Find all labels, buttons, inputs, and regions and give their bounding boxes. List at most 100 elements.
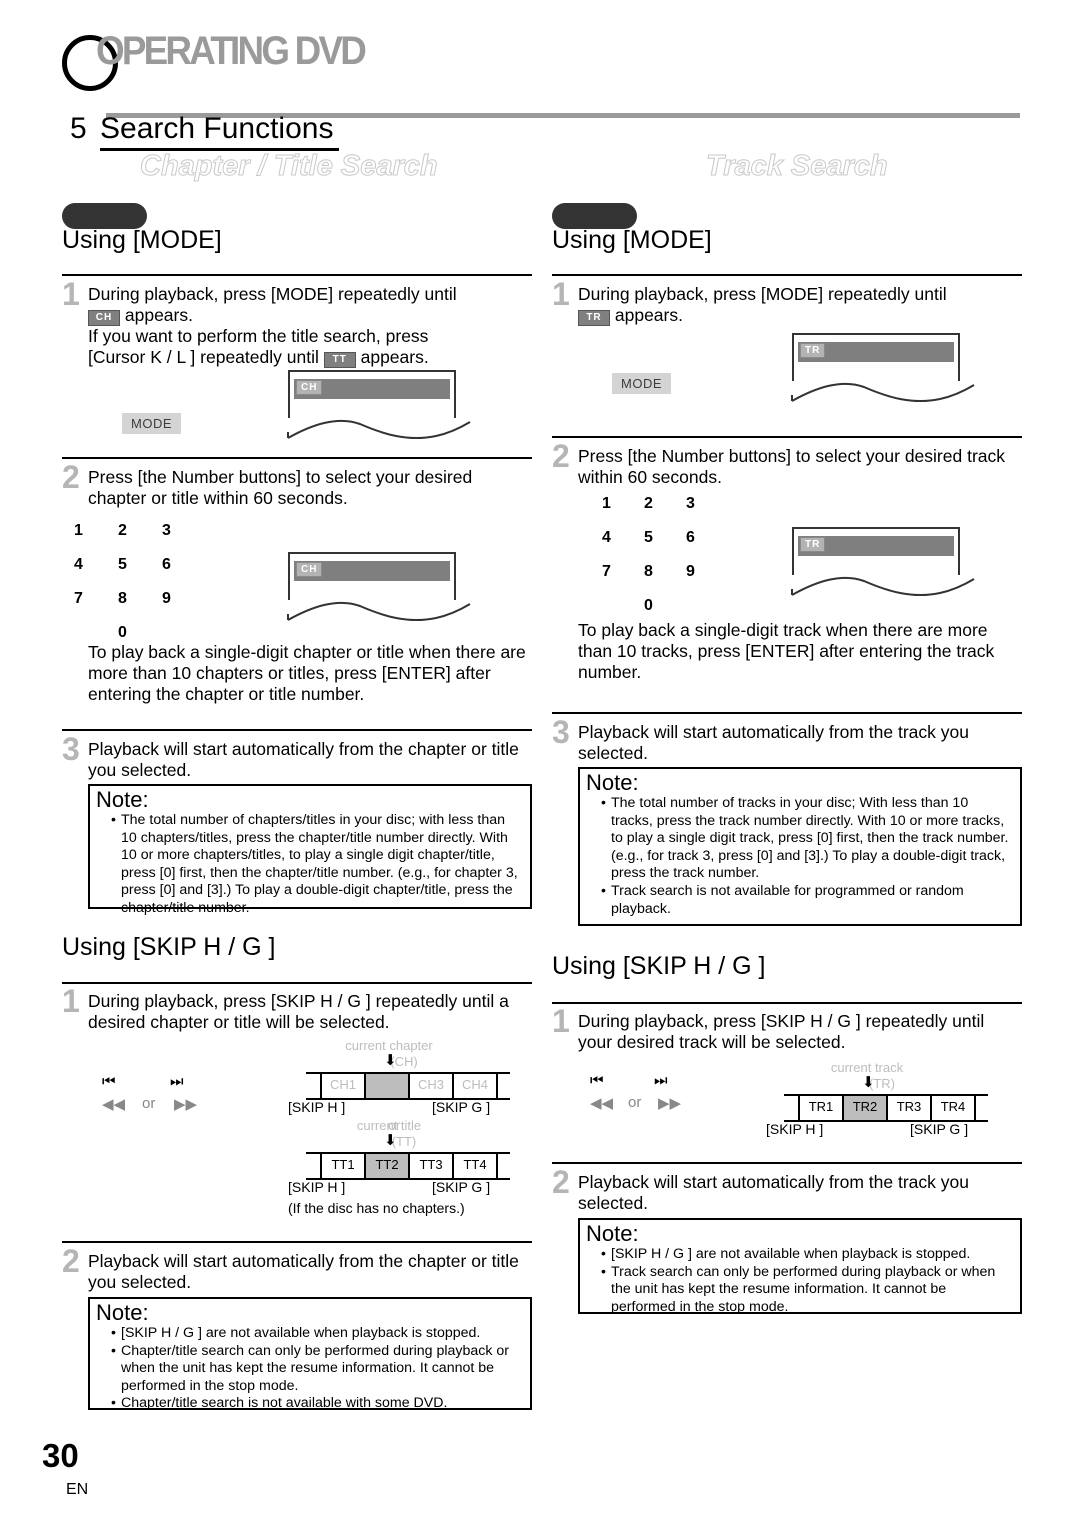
right-rule-2 (552, 436, 1022, 438)
strip-caption-sub: (TT) (391, 1134, 417, 1149)
key-0: 0 (644, 597, 653, 614)
strip-cell: TT1 (320, 1154, 364, 1178)
left-rule-3 (62, 729, 532, 731)
left-mode-paragraph: To play back a single-digit chapter or t… (88, 642, 526, 704)
key-7: 7 (602, 563, 611, 580)
step-line-1: During playback, press [MODE] repeatedly… (578, 284, 947, 304)
strip-cell: TR1 (798, 1096, 842, 1120)
left-rule-1 (62, 274, 532, 276)
strip-skip-next-label: [SKIP G ] (432, 1179, 491, 1195)
step-number: 1 (552, 1003, 570, 1039)
panel-bar: CH (294, 561, 450, 581)
panel-bar: CH (294, 379, 450, 399)
note-title: Note: (586, 770, 639, 795)
page-language: EN (66, 1481, 89, 1498)
panel-torn-edge (791, 576, 975, 597)
note-list: The total number of tracks in your disc;… (580, 795, 1020, 923)
section-title: Search Functions (100, 112, 340, 151)
tr-badge-icon: TR (578, 310, 610, 326)
key-1: 1 (74, 522, 83, 539)
right-display-panel-2: TR (791, 527, 975, 599)
note-title: Note: (96, 787, 149, 812)
rewind-icon: ◀◀ (102, 1096, 126, 1113)
step-text: During playback, press [MODE] repeatedly… (88, 284, 532, 368)
key-8: 8 (644, 563, 653, 580)
key-2: 2 (644, 495, 653, 512)
panel-torn-edge (287, 601, 471, 622)
manual-page: OPERATING DVD 5 Search Functions Chapter… (0, 0, 1080, 1526)
running-head: OPERATING DVD (62, 29, 1020, 118)
key-7: 7 (74, 590, 83, 607)
strip-cell: CH4 (452, 1074, 496, 1098)
fast-forward-icon: ▶▶ (658, 1095, 682, 1112)
note-item: Chapter/title search is not available wi… (111, 1395, 522, 1413)
strip-skip-prev-label: [SKIP H ] (288, 1179, 346, 1195)
note-list: [SKIP H / G ] are not available when pla… (90, 1325, 530, 1418)
note-item: [SKIP H / G ] are not available when pla… (111, 1325, 522, 1343)
panel-bar: TR (798, 536, 954, 556)
step-number: 2 (552, 1164, 570, 1200)
key-2: 2 (118, 522, 127, 539)
note-title: Note: (586, 1221, 639, 1246)
mode-key-icon: MODE (122, 413, 181, 434)
panel-bar: TR (798, 342, 954, 362)
panel-tag-ch: CH (296, 380, 323, 395)
strip-skip-next-label: [SKIP G ] (432, 1099, 491, 1115)
key-9: 9 (162, 590, 171, 607)
step-number: 1 (552, 276, 570, 312)
panel-tag-ch: CH (296, 562, 323, 577)
note-item: [SKIP H / G ] are not available when pla… (601, 1246, 1012, 1264)
left-skip-note: Note: [SKIP H / G ] are not available wh… (88, 1297, 532, 1413)
right-skip-note: Note: [SKIP H / G ] are not available wh… (578, 1218, 1022, 1315)
strip-cap-right (496, 1154, 510, 1178)
note-item: Track search can only be performed durin… (601, 1264, 1012, 1317)
strip-cap-left (306, 1154, 320, 1178)
strip-cells: TR1 TR2 TR3 TR4 (784, 1094, 988, 1122)
panel-tag-tr: TR (800, 537, 826, 552)
note-title: Note: (96, 1300, 149, 1325)
step-number: 2 (62, 1243, 80, 1279)
note-list: [SKIP H / G ] are not available when pla… (580, 1246, 1020, 1321)
left-rule-4 (62, 982, 532, 984)
step-line-2: appears. (614, 305, 683, 325)
strip-skip-prev-label: [SKIP H ] (288, 1099, 346, 1115)
right-using-mode-heading: Using [MODE] (552, 226, 712, 254)
strip-cell-selected (364, 1074, 408, 1098)
step-text: Press [the Number buttons] to select you… (578, 446, 1005, 487)
strip-cell: CH1 (320, 1074, 364, 1098)
right-mode-note: Note: The total number of tracks in your… (578, 767, 1022, 926)
banner-track-search: Track Search (706, 150, 889, 183)
running-head-title: OPERATING DVD (96, 29, 367, 73)
strip-caption-sub: (TR) (869, 1076, 895, 1091)
strip-cell: TR3 (886, 1096, 930, 1120)
key-1: 1 (602, 495, 611, 512)
key-3: 3 (686, 495, 695, 512)
key-0: 0 (118, 624, 127, 641)
note-item: The total number of chapters/titles in y… (111, 812, 522, 918)
fast-forward-icon: ▶▶ (174, 1096, 198, 1113)
left-rule-5 (62, 1241, 532, 1243)
right-track-strip: current track (TR) ⬇ TR1 TR2 TR3 TR4 [SK… (766, 1060, 996, 1140)
strip-cap-right (496, 1074, 510, 1098)
strip-cell: TR4 (930, 1096, 974, 1120)
step-line-1: During playback, press [MODE] repeatedly… (88, 284, 457, 304)
note-item: Track search is not available for progra… (601, 883, 1012, 918)
left-display-panel-1: CH (287, 370, 471, 442)
key-5: 5 (118, 556, 127, 573)
right-rule-4 (552, 1002, 1022, 1004)
or-label: or (628, 1094, 642, 1111)
step-line-3: If you want to perform the title search,… (88, 326, 429, 346)
strip-arrow-icon: ⬇ (862, 1074, 875, 1091)
or-label: or (142, 1095, 156, 1112)
key-4: 4 (74, 556, 83, 573)
strip-skip-next-label: [SKIP G ] (910, 1121, 969, 1137)
skip-prev-icon: ⏮ (102, 1073, 116, 1090)
strip-cap-left (784, 1096, 798, 1120)
strip-cell: TT4 (452, 1154, 496, 1178)
page-number: 30 (42, 1437, 79, 1474)
left-display-panel-2: CH (287, 552, 471, 624)
strip-caption: current track (830, 1060, 904, 1075)
left-using-mode-heading: Using [MODE] (62, 226, 222, 254)
step-text: Playback will start automatically from t… (88, 1251, 519, 1292)
key-5: 5 (644, 529, 653, 546)
